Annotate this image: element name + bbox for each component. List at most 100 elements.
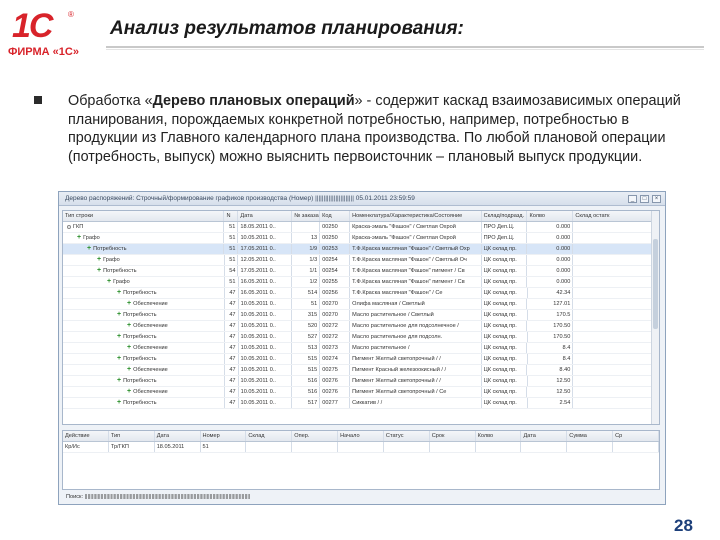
tree-cell[interactable]: + Обеспечение xyxy=(63,387,225,397)
table-row[interactable]: + Потребность 47 16.05.2011 0.. 514 00256 Т.Ф.… xyxy=(63,288,659,299)
operations-tree-grid[interactable]: Тип строки N Дата № заказа Код Номенклатура/Х… xyxy=(62,210,660,425)
close-icon[interactable]: × xyxy=(652,194,661,203)
table-row[interactable]: + Обеспечение 47 10.05.2011 0.. 520 00272 Масл… xyxy=(63,321,659,332)
column-header[interactable]: Склад/подразд. xyxy=(482,211,528,221)
details-column-header[interactable]: Опер. xyxy=(292,431,339,441)
table-row[interactable]: + Потребность 47 10.05.2011 0.. 515 00274 Пигм… xyxy=(63,354,659,365)
details-column-header[interactable]: Тип xyxy=(109,431,155,441)
expand-plus-icon[interactable]: + xyxy=(127,387,131,397)
table-row[interactable]: + Потребность 47 10.05.2011 0.. 527 00272 Масл… xyxy=(63,332,659,343)
tree-cell[interactable]: + Потребность xyxy=(63,244,225,254)
details-column-header[interactable]: Ср xyxy=(613,431,659,441)
column-header[interactable]: Колво xyxy=(527,211,574,221)
tree-cell[interactable]: + Потребность xyxy=(63,354,225,364)
column-header[interactable]: Дата xyxy=(238,211,293,221)
tree-cell[interactable]: + Потребность xyxy=(63,310,225,320)
expand-plus-icon[interactable]: + xyxy=(97,266,101,276)
expand-plus-icon[interactable]: + xyxy=(127,299,131,309)
cell-date: 10.05.2011 0.. xyxy=(239,321,293,331)
cell-sklad: ЦК склад пр. xyxy=(482,277,528,287)
root-node-icon[interactable] xyxy=(67,225,71,229)
table-row[interactable]: + Обеспечение 47 10.05.2011 0.. 515 00275 Пигм… xyxy=(63,365,659,376)
column-header[interactable]: Склад остатк xyxy=(573,211,659,221)
column-header[interactable]: № заказа xyxy=(292,211,321,221)
expand-plus-icon[interactable]: + xyxy=(87,244,91,254)
table-row[interactable]: ГКП 51 18.05.2011 0.. 00250 Краска-эмаль "Фа… xyxy=(63,222,659,233)
expand-plus-icon[interactable]: + xyxy=(97,255,101,265)
table-row[interactable]: + Обеспечение 47 10.05.2011 0.. 51 00270 Олифа… xyxy=(63,299,659,310)
expand-plus-icon[interactable]: + xyxy=(127,343,131,353)
details-table-row[interactable]: Кр/Ис Тр/ГКП 18.05.2011 51 xyxy=(63,442,659,453)
details-cell xyxy=(430,442,476,452)
tree-cell[interactable]: + Потребность xyxy=(63,376,225,386)
tree-cell[interactable]: + Потребность xyxy=(63,266,225,276)
minimize-icon[interactable]: _ xyxy=(628,194,637,203)
details-column-header[interactable]: Действие xyxy=(63,431,109,441)
table-row[interactable]: + Потребность 47 10.05.2011 0.. 516 00276 Пигм… xyxy=(63,376,659,387)
cell-qty: 0.000 xyxy=(527,222,574,232)
tree-cell[interactable]: + Потребность xyxy=(63,288,225,298)
cell-date: 10.05.2011 0.. xyxy=(239,332,293,342)
expand-plus-icon[interactable]: + xyxy=(117,398,121,408)
tree-cell[interactable]: ГКП xyxy=(63,222,225,232)
table-row[interactable]: + Потребность 54 17.05.2011 0.. 1/1 00254 Т.Ф.… xyxy=(63,266,659,277)
table-row[interactable]: + Потребность 51 17.05.2011 0.. 1/9 00253 Т.Ф.… xyxy=(63,244,659,255)
cell-date: 10.05.2011 0.. xyxy=(239,310,293,320)
expand-plus-icon[interactable]: + xyxy=(77,233,81,243)
column-header[interactable]: N xyxy=(224,211,239,221)
expand-plus-icon[interactable]: + xyxy=(127,365,131,375)
column-header[interactable]: Номенклатура/Характеристика/Состояние xyxy=(350,211,482,221)
column-header[interactable]: Тип строки xyxy=(63,211,225,221)
expand-plus-icon[interactable]: + xyxy=(117,288,121,298)
tree-cell[interactable]: + Графо xyxy=(63,277,225,287)
cell-nom: Пигмент Красный железоокисный / / xyxy=(350,365,482,375)
details-column-header[interactable]: Дата xyxy=(521,431,568,441)
paragraph-bold: Дерево плановых операций xyxy=(152,93,355,109)
expand-plus-icon[interactable]: + xyxy=(117,354,121,364)
table-row[interactable]: + Графо 51 16.05.2011 0.. 1/2 00255 Т.Ф.Краска… xyxy=(63,277,659,288)
details-column-header[interactable]: Статус xyxy=(384,431,430,441)
window-titlebar: Дерево распоряжений: Строчный/формирован… xyxy=(59,192,665,206)
column-header[interactable]: Код xyxy=(320,211,351,221)
cell-sklad: ЦК склад пр. xyxy=(482,288,528,298)
expand-plus-icon[interactable]: + xyxy=(117,332,121,342)
maximize-icon[interactable]: □ xyxy=(640,194,649,203)
tree-cell[interactable]: + Графо xyxy=(63,255,225,265)
details-column-header[interactable]: Номер xyxy=(201,431,247,441)
tree-cell[interactable]: + Графо xyxy=(63,233,225,243)
scrollbar-thumb[interactable] xyxy=(653,239,658,329)
cell-n: 47 xyxy=(225,332,239,342)
vertical-scrollbar[interactable] xyxy=(651,211,659,424)
expand-plus-icon[interactable]: + xyxy=(127,321,131,331)
cell-num: 315 xyxy=(292,310,321,320)
table-row[interactable]: + Потребность 47 10.05.2011 0.. 517 00277 Сикк… xyxy=(63,398,659,409)
details-column-header[interactable]: Дата xyxy=(155,431,201,441)
grid-body: ГКП 51 18.05.2011 0.. 00250 Краска-эмаль "Фа… xyxy=(63,222,659,409)
tree-cell[interactable]: + Обеспечение xyxy=(63,299,225,309)
table-row[interactable]: + Обеспечение 47 10.05.2011 0.. 516 00276 Пигм… xyxy=(63,387,659,398)
expand-plus-icon[interactable]: + xyxy=(117,310,121,320)
cell-date: 10.05.2011 0.. xyxy=(239,343,293,353)
details-column-header[interactable]: Сумма xyxy=(567,431,614,441)
table-row[interactable]: + Графо 51 12.05.2011 0.. 1/3 00254 Т.Ф.Краска… xyxy=(63,255,659,266)
details-column-header[interactable]: Склад xyxy=(246,431,293,441)
tree-cell[interactable]: + Потребность xyxy=(63,398,225,408)
expand-plus-icon[interactable]: + xyxy=(117,376,121,386)
tree-cell[interactable]: + Обеспечение xyxy=(63,343,225,353)
details-cell xyxy=(613,442,659,452)
table-row[interactable]: + Обеспечение 47 10.05.2011 0.. 513 00273 Масл… xyxy=(63,343,659,354)
cell-nom: Масло растительное / Светлый xyxy=(350,310,482,320)
details-column-header[interactable]: Колво xyxy=(476,431,522,441)
tree-node-label: Обеспечение xyxy=(133,345,168,351)
details-grid[interactable]: Действие Тип Дата Номер Склад Опер. Начало Стат… xyxy=(62,430,660,490)
table-row[interactable]: + Потребность 47 10.05.2011 0.. 315 00270 Масл… xyxy=(63,310,659,321)
tree-cell[interactable]: + Обеспечение xyxy=(63,321,225,331)
expand-plus-icon[interactable]: + xyxy=(107,277,111,287)
details-cell: Кр/Ис xyxy=(63,442,109,452)
tree-cell[interactable]: + Потребность xyxy=(63,332,225,342)
details-column-header[interactable]: Срок xyxy=(430,431,476,441)
tree-cell[interactable]: + Обеспечение xyxy=(63,365,225,375)
table-row[interactable]: + Графо 51 10.05.2011 0.. 13 00250 Краска-эмал… xyxy=(63,233,659,244)
cell-last xyxy=(573,321,659,331)
details-column-header[interactable]: Начало xyxy=(338,431,384,441)
